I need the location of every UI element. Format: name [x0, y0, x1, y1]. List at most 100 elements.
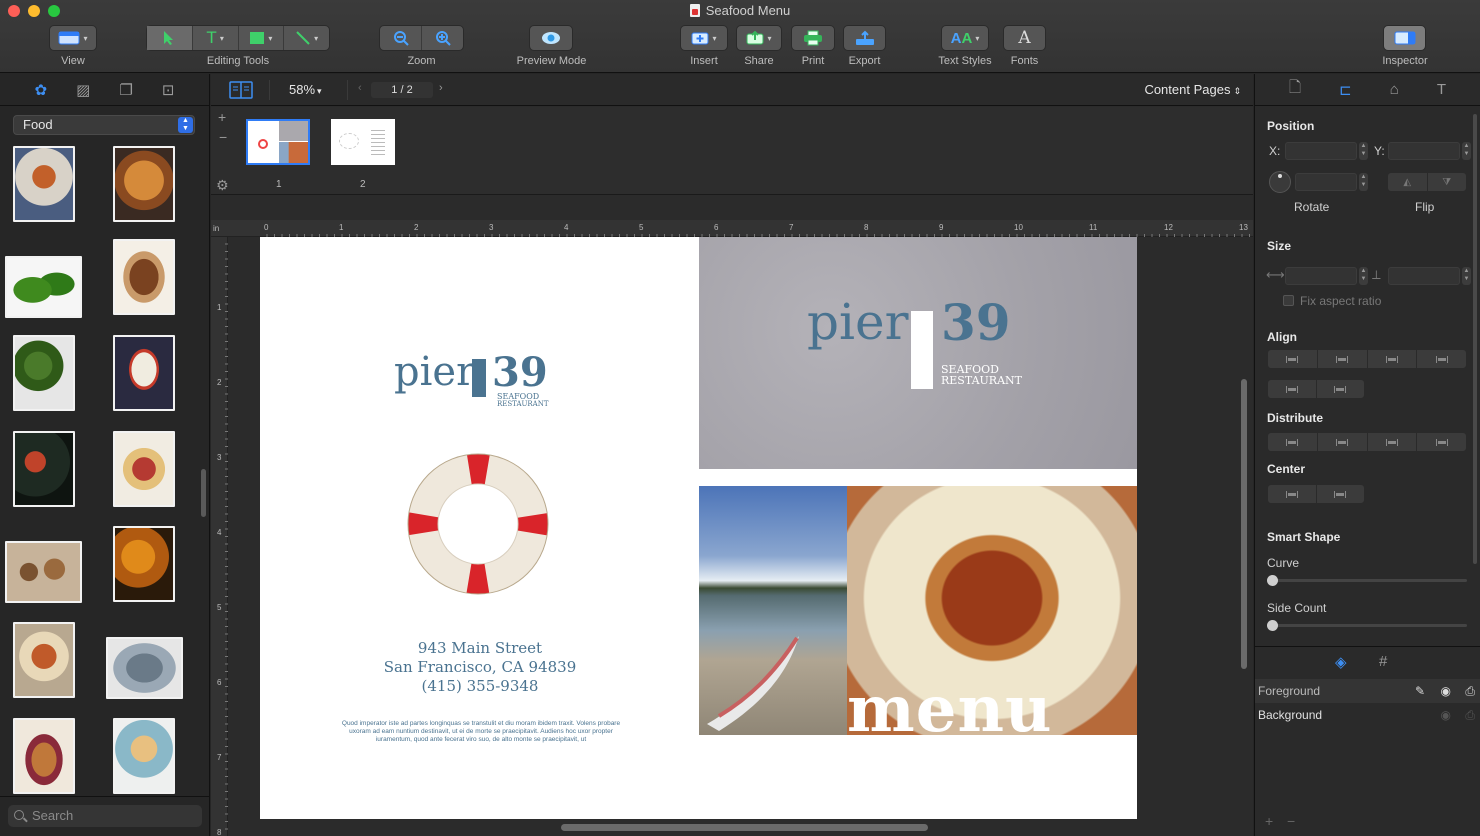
- text-tab-icon[interactable]: T: [1437, 81, 1446, 98]
- shape-tool-button[interactable]: ▾: [239, 26, 285, 50]
- shrimp-rice-thumbnail[interactable]: [13, 622, 75, 698]
- inspector-scrollbar[interactable]: [1473, 114, 1477, 564]
- pumpkins-thumbnail[interactable]: [113, 526, 175, 602]
- rotate-knob[interactable]: [1269, 171, 1291, 193]
- document-tab-icon[interactable]: 🗋: [1289, 77, 1301, 102]
- cake-thumbnail[interactable]: [113, 335, 175, 411]
- zoom-out-button[interactable]: [380, 26, 422, 50]
- center-vertically-button[interactable]: [1317, 485, 1365, 503]
- side-count-slider[interactable]: [1267, 620, 1467, 631]
- horizontal-scrollbar[interactable]: [561, 824, 928, 831]
- prev-page-button[interactable]: ‹: [358, 82, 362, 94]
- eye-icon[interactable]: ◉: [1441, 679, 1451, 703]
- lifebuoy-image[interactable]: [407, 453, 550, 596]
- library-search-input[interactable]: Search: [8, 805, 202, 827]
- layer-row-foreground[interactable]: Foreground ✎ ◉ ⎙: [1255, 679, 1480, 703]
- lake-canoe-photo[interactable]: [699, 486, 847, 735]
- height-field[interactable]: [1388, 267, 1460, 285]
- page-thumbnail-1[interactable]: [246, 119, 310, 165]
- remove-layer-button[interactable]: −: [1287, 813, 1295, 829]
- height-stepper[interactable]: ▲ ▼: [1462, 267, 1471, 285]
- next-page-button[interactable]: ›: [439, 82, 443, 94]
- cover-panel[interactable]: pier 39 SEAFOOD RESTAURANT: [699, 237, 1137, 469]
- grid-tab-icon[interactable]: #: [1379, 653, 1387, 670]
- images-tab-icon[interactable]: ▨: [76, 81, 90, 99]
- text-styles-button[interactable]: AA ▾: [941, 25, 989, 51]
- rotate-field[interactable]: [1295, 173, 1357, 191]
- shrimp-plate-thumbnail[interactable]: [13, 146, 75, 222]
- nuts-thumbnail[interactable]: [5, 541, 82, 603]
- share-button[interactable]: ▾: [736, 25, 782, 51]
- book-view-icon[interactable]: [229, 81, 253, 99]
- gear-icon[interactable]: ⚙: [216, 177, 229, 194]
- align-top-button[interactable]: [1368, 350, 1418, 368]
- library-scrollbar[interactable]: [201, 469, 206, 517]
- distribute-horizontal-button[interactable]: [1268, 433, 1318, 451]
- remove-page-button[interactable]: −: [219, 129, 227, 145]
- flip-horizontal-button[interactable]: ◭: [1388, 173, 1428, 191]
- text-tool-button[interactable]: T ▾: [193, 26, 239, 50]
- insert-button[interactable]: ▾: [680, 25, 728, 51]
- layer-row-background[interactable]: Background ◉ ⎙: [1255, 703, 1480, 727]
- zoom-level-select[interactable]: 58% ▾: [289, 82, 322, 97]
- roast-chicken-thumbnail[interactable]: [13, 718, 75, 794]
- rotate-stepper[interactable]: ▲ ▼: [1359, 173, 1368, 191]
- fix-aspect-checkbox[interactable]: [1283, 295, 1294, 306]
- pier39-logo-left[interactable]: pier 39 SEAFOOD RESTAURANT: [394, 349, 564, 409]
- preview-mode-button[interactable]: [529, 25, 573, 51]
- fonts-button[interactable]: A: [1003, 25, 1046, 51]
- printer-icon[interactable]: ⎙: [1465, 679, 1475, 703]
- vertical-scrollbar[interactable]: [1241, 379, 1247, 669]
- printer-icon[interactable]: ⎙: [1465, 703, 1475, 727]
- flip-vertical-button[interactable]: ⧩: [1428, 173, 1467, 191]
- content-pages-select[interactable]: Content Pages ⇕: [1144, 82, 1241, 97]
- side-count-slider-knob[interactable]: [1267, 620, 1278, 631]
- distribute-vertical-button[interactable]: [1318, 433, 1368, 451]
- export-button[interactable]: [843, 25, 886, 51]
- add-layer-button[interactable]: +: [1265, 813, 1273, 829]
- crab-thumbnail[interactable]: [13, 431, 75, 507]
- distribute-spacing-v-button[interactable]: [1417, 433, 1466, 451]
- y-stepper[interactable]: ▲ ▼: [1462, 142, 1471, 160]
- y-field[interactable]: [1388, 142, 1460, 160]
- pot-pie-thumbnail[interactable]: [113, 718, 175, 794]
- style-tab-icon[interactable]: ⌂: [1390, 81, 1399, 98]
- inspector-button[interactable]: [1383, 25, 1426, 51]
- line-tool-button[interactable]: ▾: [284, 26, 329, 50]
- align-right-button[interactable]: [1318, 350, 1368, 368]
- geometry-tab-icon[interactable]: ⊏: [1339, 81, 1352, 99]
- curve-slider-knob[interactable]: [1267, 575, 1278, 586]
- layers-tab-icon[interactable]: ◈: [1335, 653, 1347, 671]
- shrimp-rice-photo[interactable]: menu: [847, 486, 1137, 747]
- broccoli-thumbnail[interactable]: [13, 335, 75, 411]
- x-field[interactable]: [1285, 142, 1357, 160]
- x-stepper[interactable]: ▲ ▼: [1359, 142, 1368, 160]
- width-stepper[interactable]: ▲ ▼: [1359, 267, 1368, 285]
- curve-slider[interactable]: [1267, 575, 1467, 586]
- page-thumbnail-2[interactable]: [331, 119, 395, 165]
- add-page-button[interactable]: +: [218, 109, 226, 125]
- pencil-icon[interactable]: ✎: [1415, 679, 1425, 703]
- distribute-spacing-h-button[interactable]: [1368, 433, 1418, 451]
- align-bottom-button[interactable]: [1417, 350, 1466, 368]
- width-field[interactable]: [1285, 267, 1357, 285]
- view-button[interactable]: ▾: [49, 25, 97, 51]
- strudel-thumbnail[interactable]: [113, 239, 175, 315]
- print-button[interactable]: [791, 25, 835, 51]
- page-indicator[interactable]: 1 / 2: [371, 82, 433, 98]
- cheese-platter-thumbnail[interactable]: [113, 431, 175, 507]
- eye-icon[interactable]: ◉: [1441, 703, 1451, 727]
- center-horizontally-button[interactable]: [1268, 485, 1317, 503]
- category-select[interactable]: Food ▲ ▼: [13, 115, 195, 135]
- align-left-button[interactable]: [1268, 350, 1318, 368]
- templates-tab-icon[interactable]: ⊡: [162, 81, 175, 99]
- select-tool-button[interactable]: [147, 26, 193, 50]
- fish-thumbnail[interactable]: [106, 637, 183, 699]
- document-page[interactable]: pier 39 SEAFOOD RESTAURANT 943 Main Stre…: [260, 237, 1137, 819]
- shapes-tab-icon[interactable]: ❐: [119, 81, 132, 99]
- align-center-horizontal-button[interactable]: [1268, 380, 1317, 398]
- zoom-in-button[interactable]: [422, 26, 463, 50]
- paella-thumbnail[interactable]: [113, 146, 175, 222]
- green-peppers-thumbnail[interactable]: [5, 256, 82, 318]
- clipart-tab-icon[interactable]: ✿: [35, 81, 48, 99]
